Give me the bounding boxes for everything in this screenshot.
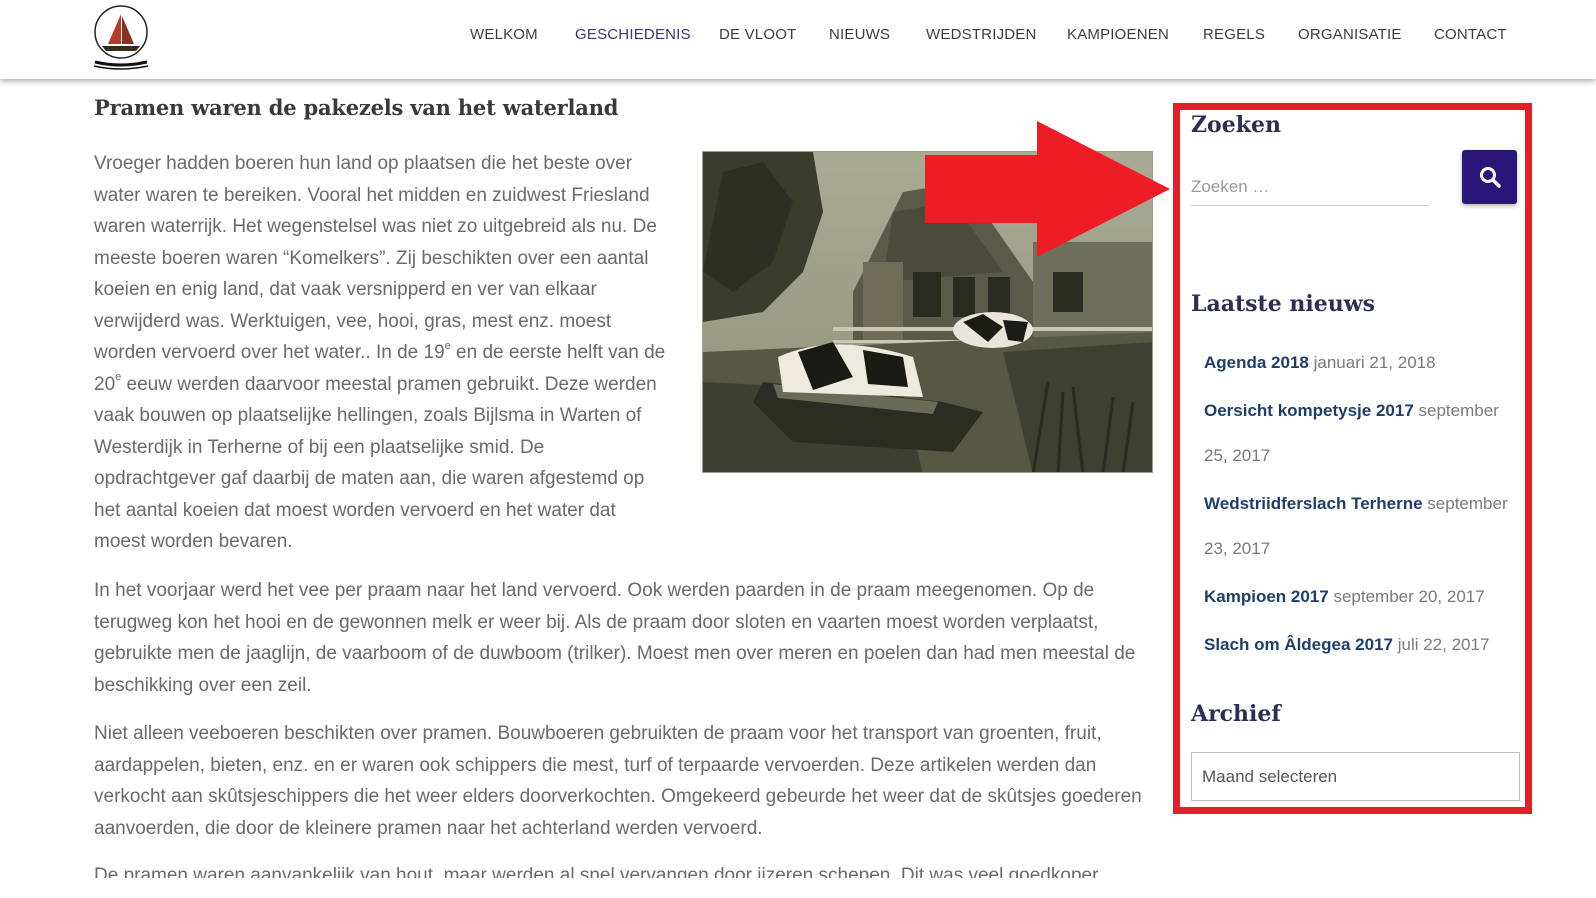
archive-select-value: Maand selecteren <box>1202 766 1338 786</box>
news-link[interactable]: Kampioen 2017 <box>1204 587 1329 606</box>
news-date: januari 21, 2018 <box>1313 353 1436 372</box>
news-item: Oersicht kompetysje 2017 september 25, 2… <box>1204 388 1514 478</box>
news-link[interactable]: Agenda 2018 <box>1204 353 1309 372</box>
archive-title: Archief <box>1191 701 1281 727</box>
nav-wedstrijden[interactable]: WEDSTRIJDEN <box>926 26 1037 43</box>
article-paragraph-3: Niet alleen veeboeren beschikten over pr… <box>94 723 1142 839</box>
nav-nieuws[interactable]: NIEUWS <box>829 26 890 43</box>
site-header: WELKOM GESCHIEDENIS DE VLOOT NIEUWS WEDS… <box>0 0 1596 79</box>
news-item: Agenda 2018 januari 21, 2018 <box>1204 340 1514 385</box>
search-input[interactable] <box>1191 168 1429 206</box>
search-button[interactable] <box>1462 150 1517 204</box>
red-arrow-icon <box>925 121 1170 257</box>
news-item: Wedstriidferslach Terherne september 23,… <box>1204 481 1514 571</box>
news-link[interactable]: Wedstriidferslach Terherne <box>1204 494 1423 513</box>
news-date: september 20, 2017 <box>1333 587 1485 606</box>
latest-news-title: Laatste nieuws <box>1191 291 1376 317</box>
news-link[interactable]: Slach om Âldegea 2017 <box>1204 635 1393 654</box>
search-icon <box>1479 167 1501 188</box>
news-item: Kampioen 2017 september 20, 2017 <box>1204 574 1514 619</box>
search-widget-title: Zoeken <box>1191 112 1281 138</box>
viewport-bottom-edge <box>0 878 1596 898</box>
article-paragraph-1: Vroeger hadden boeren hun land op plaats… <box>94 153 666 552</box>
article-title: Pramen waren de pakezels van het waterla… <box>94 95 619 120</box>
news-date: juli 22, 2017 <box>1397 635 1490 654</box>
article-paragraph-2: In het voorjaar werd het vee per praam n… <box>94 580 1136 696</box>
nav-kampioenen[interactable]: KAMPIOENEN <box>1067 26 1169 43</box>
nav-contact[interactable]: CONTACT <box>1434 26 1507 43</box>
nav-geschiedenis[interactable]: GESCHIEDENIS <box>575 26 691 43</box>
nav-regels[interactable]: REGELS <box>1203 26 1265 43</box>
archive-month-select[interactable]: Maand selecteren <box>1191 752 1520 801</box>
site-logo[interactable] <box>90 4 152 70</box>
news-item: Slach om Âldegea 2017 juli 22, 2017 <box>1204 622 1514 667</box>
nav-organisatie[interactable]: ORGANISATIE <box>1298 26 1402 43</box>
news-link[interactable]: Oersicht kompetysje 2017 <box>1204 401 1414 420</box>
nav-de-vloot[interactable]: DE VLOOT <box>719 26 796 43</box>
latest-news-list: Agenda 2018 januari 21, 2018 Oersicht ko… <box>1204 340 1514 670</box>
nav-welkom[interactable]: WELKOM <box>470 26 538 43</box>
